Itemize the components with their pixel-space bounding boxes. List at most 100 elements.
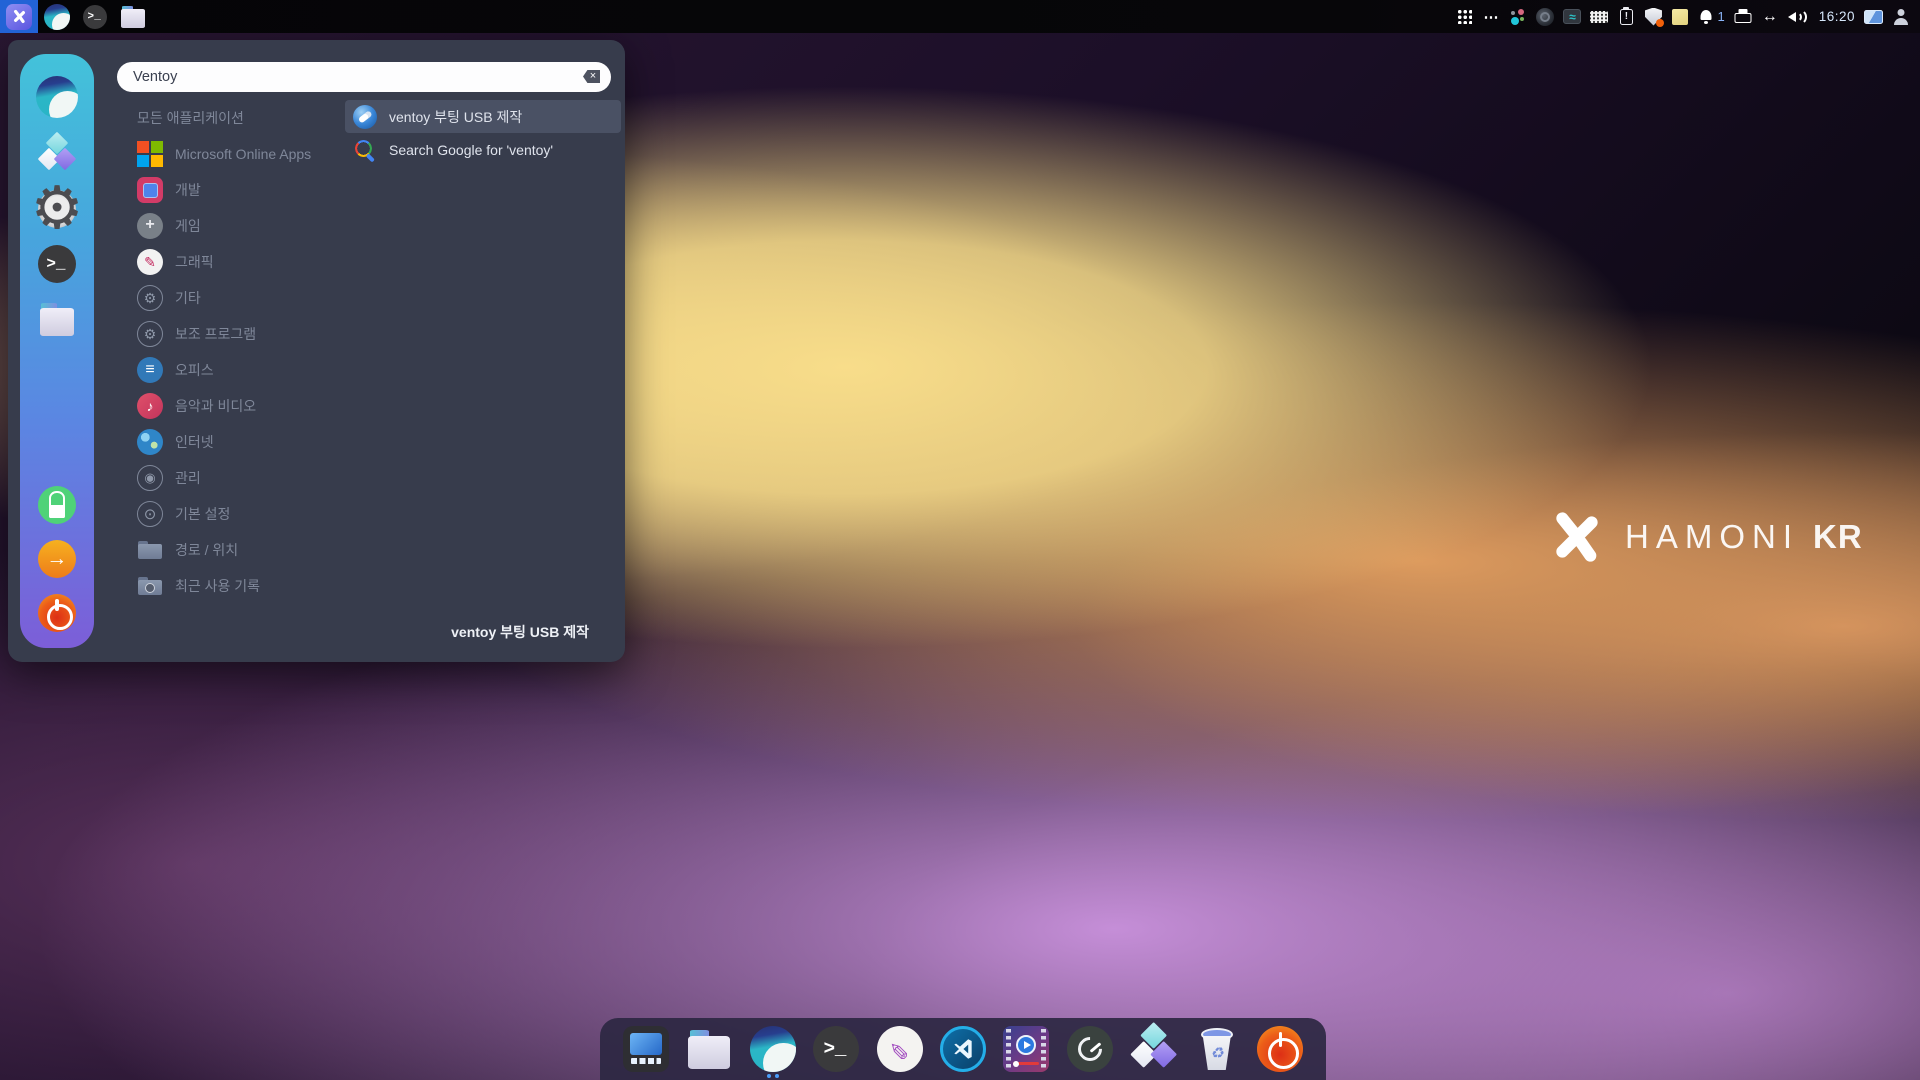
category-item[interactable]: 기타 [125, 280, 341, 316]
category-item[interactable]: 기본 설정 [125, 496, 341, 532]
category-games-icon [137, 213, 163, 239]
category-item[interactable]: 오피스 [125, 352, 341, 388]
file-manager-icon [38, 300, 76, 338]
category-label: 기타 [175, 288, 201, 308]
dock-media-player[interactable] [999, 1019, 1053, 1079]
dock-power[interactable] [1253, 1019, 1307, 1079]
menu-session-buttons [38, 486, 76, 632]
sidebar-lock-screen[interactable] [38, 486, 76, 524]
dock-text-editor[interactable] [873, 1019, 927, 1079]
sidebar-shutdown[interactable] [38, 594, 76, 632]
security-shield-icon [1645, 8, 1662, 26]
tray-wave-app[interactable]: ≈ [1563, 0, 1581, 33]
top-panel: >_ ⋯ ≈! 1 ↔ 16:20 [0, 0, 1920, 33]
category-label: 인터넷 [175, 432, 214, 452]
category-item[interactable]: 모든 애플리케이션 [125, 100, 341, 136]
search-result[interactable]: Search Google for 'ventoy' [345, 133, 621, 166]
sidebar-terminal[interactable]: >_ [38, 245, 76, 283]
file-manager-icon [120, 4, 146, 30]
category-item[interactable]: 최근 사용 기록 [125, 568, 341, 604]
tray-keyboard-layout[interactable] [1590, 0, 1608, 33]
launcher-hamonikr-menu[interactable] [0, 0, 38, 33]
notification-count: 1 [1717, 9, 1724, 24]
tray-input-method[interactable] [1509, 0, 1527, 33]
dock-terminal[interactable]: >_ [809, 1019, 863, 1079]
category-dev-icon [137, 177, 163, 203]
launcher-file-manager[interactable] [114, 0, 152, 33]
menu-favorites: >_ [36, 76, 78, 338]
search-result[interactable]: ventoy 부팅 USB 제작 [345, 100, 621, 133]
whale-browser-icon [44, 4, 70, 30]
category-label: 오피스 [175, 360, 214, 380]
sidebar-whale-browser[interactable] [36, 76, 78, 118]
category-label: 모든 애플리케이션 [137, 108, 244, 128]
category-item[interactable]: 관리 [125, 460, 341, 496]
app-grid-icon [1457, 9, 1472, 24]
category-label: 게임 [175, 216, 201, 236]
tray-app-grid[interactable] [1455, 0, 1473, 33]
tray-sticky-notes[interactable] [1671, 0, 1689, 33]
menu-sidebar: >_ [20, 54, 94, 648]
sidebar-file-manager[interactable] [38, 300, 76, 338]
category-item[interactable]: 게임 [125, 208, 341, 244]
clock-text: 16:20 [1819, 9, 1855, 24]
overflow-dots-icon: ⋯ [1483, 8, 1499, 26]
tray-volume[interactable] [1788, 0, 1810, 33]
dock-vscode[interactable] [936, 1019, 990, 1079]
dock-file-manager[interactable] [682, 1019, 736, 1079]
application-menu: >_ 모든 애플리케이션 Microsoft Online Apps 개발게임그래픽… [8, 40, 625, 662]
notifications-icon [1698, 9, 1714, 25]
running-indicator [767, 1074, 779, 1078]
category-item[interactable]: 인터넷 [125, 424, 341, 460]
tray-fan-utility[interactable] [1536, 0, 1554, 33]
tray-user[interactable] [1892, 0, 1910, 33]
category-admin-icon [137, 465, 163, 491]
category-item[interactable]: 경로 / 위치 [125, 532, 341, 568]
category-item[interactable]: 개발 [125, 172, 341, 208]
search-input[interactable] [117, 62, 611, 92]
user-icon [1894, 9, 1909, 25]
input-method-icon [1510, 9, 1526, 25]
tray-display[interactable] [1864, 0, 1883, 33]
google-icon [353, 138, 377, 162]
fan-utility-icon [1536, 8, 1554, 26]
dock-desktop-panel[interactable] [619, 1019, 673, 1079]
category-item[interactable]: 그래픽 [125, 244, 341, 280]
sidebar-logout[interactable] [38, 540, 76, 578]
text-editor-icon [877, 1026, 923, 1072]
launcher-terminal[interactable]: >_ [76, 0, 114, 33]
tray-clock[interactable]: 16:20 [1819, 0, 1855, 33]
dock-software-cubes[interactable] [1126, 1019, 1180, 1079]
shutdown-icon [38, 594, 76, 632]
sidebar-system-settings[interactable] [38, 190, 76, 228]
launcher-whale-browser[interactable] [38, 0, 76, 33]
category-item[interactable]: Microsoft Online Apps [125, 136, 341, 172]
terminal-icon: >_ [813, 1026, 859, 1072]
tray-overflow-dots[interactable]: ⋯ [1482, 0, 1500, 33]
tray-clipboard-manager[interactable]: ! [1617, 0, 1635, 33]
dock-trash[interactable]: ♻ [1190, 1019, 1244, 1079]
category-item[interactable]: 음악과 비디오 [125, 388, 341, 424]
display-icon [1864, 10, 1883, 24]
dock-whale-browser[interactable] [746, 1019, 800, 1079]
software-cubes-icon [1130, 1026, 1176, 1072]
dock-system-monitor[interactable] [1063, 1019, 1117, 1079]
tray-security-shield[interactable] [1644, 0, 1662, 33]
vscode-icon [940, 1026, 986, 1072]
media-player-icon [1003, 1026, 1049, 1072]
hamonikr-pinwheel-icon [1545, 505, 1609, 569]
category-item[interactable]: 보조 프로그램 [125, 316, 341, 352]
category-label: Microsoft Online Apps [175, 146, 311, 162]
tray-printer[interactable] [1734, 0, 1752, 33]
category-label: 경로 / 위치 [175, 540, 238, 560]
power-icon [1257, 1026, 1303, 1072]
tray-network-arrows[interactable]: ↔ [1761, 0, 1779, 33]
brand-suffix: KR [1813, 518, 1863, 556]
category-music-icon [137, 393, 163, 419]
lock-screen-icon [38, 486, 76, 524]
search-results-list: ventoy 부팅 USB 제작Search Google for 'vento… [345, 100, 621, 166]
sidebar-software-cubes[interactable] [38, 135, 76, 173]
tray-notifications[interactable]: 1 [1698, 0, 1724, 33]
trash-icon: ♻ [1194, 1026, 1240, 1072]
network-arrows-icon: ↔ [1762, 8, 1778, 26]
